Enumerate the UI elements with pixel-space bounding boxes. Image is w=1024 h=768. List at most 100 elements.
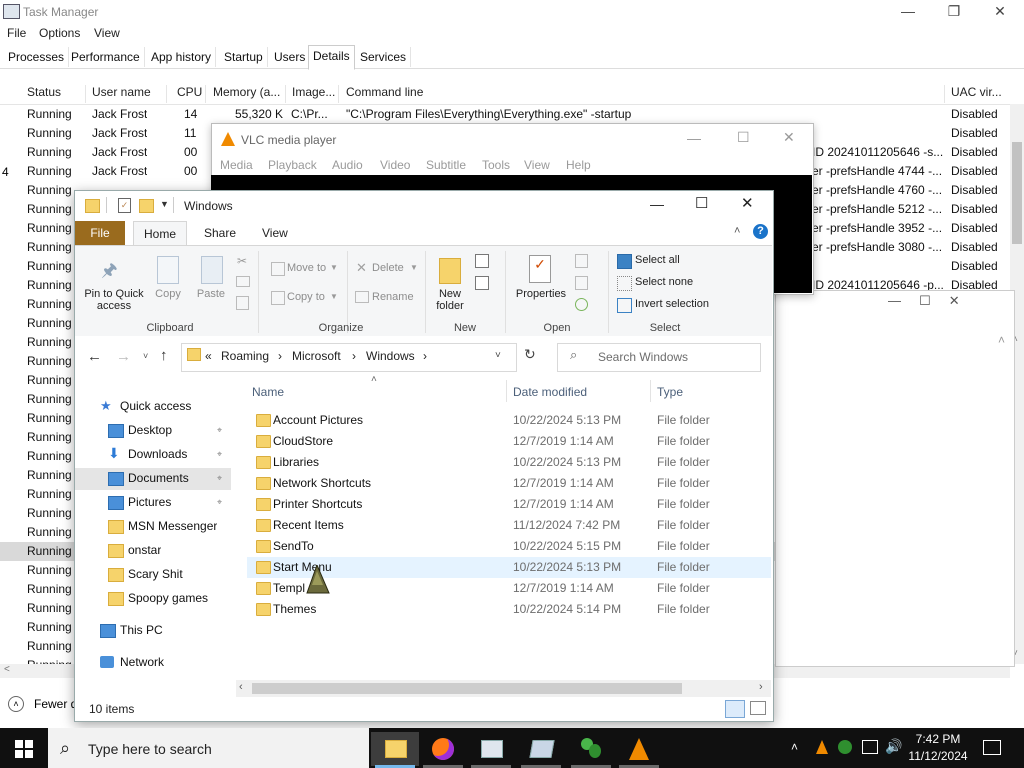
chevron-up-icon[interactable]: ˄ (998, 333, 1005, 347)
minimize-icon[interactable]: — (888, 293, 901, 308)
scroll-thumb[interactable] (252, 683, 682, 694)
breadcrumb-roaming[interactable]: Roaming (221, 349, 269, 363)
messenger-tray-icon[interactable] (838, 740, 852, 754)
column-image[interactable]: Image... (292, 85, 339, 103)
ribbon-tab-home[interactable]: Home (133, 221, 188, 246)
column-user-name[interactable]: User name (92, 85, 167, 103)
copy-button[interactable]: Copy (153, 288, 183, 300)
maximize-icon[interactable]: ☐ (919, 293, 931, 308)
clock-time[interactable]: 7:42 PM (902, 732, 974, 746)
tab-app-history[interactable]: App history (147, 47, 217, 67)
copy-path-icon[interactable] (236, 276, 250, 287)
file-row[interactable]: CloudStore 12/7/2019 1:14 AM File folder (247, 431, 771, 452)
column-status[interactable]: Status (27, 85, 86, 103)
column-name[interactable]: Name (252, 385, 284, 399)
vlc-menu-video[interactable]: Video (380, 158, 410, 172)
taskbar-task-manager[interactable] (467, 732, 515, 766)
explorer-titlebar[interactable]: ✓ ▼ Windows — ☐ ✕ (75, 191, 772, 221)
show-hidden-icons-icon[interactable]: ˄ (791, 740, 798, 754)
tab-services[interactable]: Services (356, 47, 412, 67)
menu-file[interactable]: File (7, 26, 26, 40)
file-row[interactable]: SendTo 10/22/2024 5:15 PM File folder (247, 536, 771, 557)
open-icon[interactable] (575, 254, 588, 268)
menu-options[interactable]: Options (39, 26, 80, 40)
move-to-button[interactable]: Move to (287, 262, 326, 274)
network-icon[interactable] (862, 740, 878, 754)
select-none-button[interactable]: Select none (635, 276, 693, 288)
vlc-menu-audio[interactable]: Audio (332, 158, 363, 172)
task-manager-titlebar[interactable]: Task Manager — ❐ ✕ (0, 0, 1024, 24)
chevron-right-icon[interactable]: › (352, 349, 356, 363)
pin-to-quick-access-button[interactable]: Pin to Quick access (81, 288, 147, 312)
paste-button[interactable]: Paste (193, 288, 229, 300)
edit-icon[interactable] (575, 276, 588, 290)
large-icons-view-icon[interactable] (750, 701, 766, 715)
nav-item-documents[interactable]: Documents ⌖ (75, 468, 231, 490)
invert-selection-button[interactable]: Invert selection (635, 298, 709, 310)
ribbon-tab-view[interactable]: View (252, 221, 298, 245)
file-row[interactable]: Printer Shortcuts 12/7/2019 1:14 AM File f… (247, 494, 771, 515)
history-icon[interactable] (575, 298, 588, 311)
collapse-ribbon-icon[interactable]: ˄ (734, 225, 740, 237)
scroll-thumb[interactable] (1012, 142, 1022, 244)
taskbar-msn-messenger[interactable] (567, 732, 615, 766)
up-arrow-icon[interactable]: ↑ (160, 347, 168, 364)
nav-item-network[interactable]: Network (75, 652, 231, 674)
maximize-button[interactable]: ☐ (695, 194, 708, 212)
copy-to-button[interactable]: Copy to (287, 291, 325, 303)
select-all-button[interactable]: Select all (635, 254, 680, 266)
vlc-menu-help[interactable]: Help (566, 158, 591, 172)
customize-toolbar-icon[interactable]: ▼ (160, 199, 169, 209)
process-row[interactable]: Running Jack Frost 14 55,320 K C:\Pr... "C:\P… (0, 105, 1010, 124)
tab-users[interactable]: Users (270, 47, 311, 67)
windows-start-icon[interactable] (15, 740, 33, 758)
scroll-left-icon[interactable]: < (4, 664, 10, 675)
ribbon-tab-share[interactable]: Share (194, 221, 246, 245)
taskbar-firefox[interactable] (419, 732, 467, 766)
nav-item-this-pc[interactable]: This PC (75, 620, 231, 642)
paste-shortcut-icon[interactable] (236, 296, 249, 310)
scroll-right-icon[interactable]: › (759, 681, 763, 693)
chevron-right-icon[interactable]: › (423, 349, 427, 363)
column-cpu[interactable]: CPU (177, 85, 206, 103)
delete-button[interactable]: Delete (372, 262, 404, 274)
taskbar-file-explorer[interactable] (371, 732, 419, 766)
file-row[interactable]: Recent Items 11/12/2024 7:42 PM File folde… (247, 515, 771, 536)
rename-button[interactable]: Rename (372, 291, 414, 303)
scroll-left-icon[interactable]: ‹ (239, 681, 243, 693)
nav-item-pictures[interactable]: Pictures ⌖ (75, 492, 231, 514)
address-dropdown-icon[interactable]: ˅ (495, 350, 501, 361)
close-icon[interactable]: ✕ (949, 293, 960, 308)
recent-locations-icon[interactable]: ˅ (143, 351, 148, 361)
tab-processes[interactable]: Processes (4, 47, 70, 67)
vlc-tray-icon[interactable] (816, 740, 828, 754)
close-button[interactable]: ✕ (783, 129, 795, 146)
vlc-menu-playback[interactable]: Playback (268, 158, 317, 172)
close-button[interactable]: ✕ (977, 0, 1023, 24)
column-date-modified[interactable]: Date modified (513, 385, 587, 399)
column-memory[interactable]: Memory (a... (213, 85, 286, 103)
minimize-button[interactable]: — (687, 130, 701, 146)
menu-view[interactable]: View (94, 26, 120, 40)
taskbar-app[interactable] (517, 732, 565, 766)
new-folder-quick-icon[interactable] (139, 199, 154, 213)
details-view-icon[interactable] (725, 700, 745, 718)
refresh-icon[interactable]: ↻ (524, 346, 536, 363)
new-item-icon[interactable] (475, 254, 489, 268)
properties-button[interactable]: Properties (511, 288, 571, 300)
nav-item-msn-messenger[interactable]: MSN Messenger (75, 516, 231, 538)
file-row[interactable]: Themes 10/22/2024 5:14 PM File folder (247, 599, 771, 620)
back-arrow-icon[interactable]: ← (87, 348, 102, 365)
taskbar-vlc[interactable] (615, 732, 663, 766)
properties-quick-icon[interactable]: ✓ (118, 198, 131, 213)
help-icon[interactable]: ? (753, 224, 768, 239)
new-folder-button[interactable]: New folder (430, 288, 470, 312)
breadcrumb-windows[interactable]: Windows (366, 349, 415, 363)
nav-item-desktop[interactable]: Desktop ⌖ (75, 420, 231, 442)
tab-details[interactable]: Details (308, 45, 355, 70)
vlc-menu-media[interactable]: Media (220, 158, 253, 172)
nav-item-spoopy-games[interactable]: Spoopy games (75, 588, 231, 610)
tab-performance[interactable]: Performance (67, 47, 145, 67)
file-row[interactable]: Libraries 10/22/2024 5:13 PM File folder (247, 452, 771, 473)
restore-button[interactable]: ❐ (931, 0, 977, 24)
